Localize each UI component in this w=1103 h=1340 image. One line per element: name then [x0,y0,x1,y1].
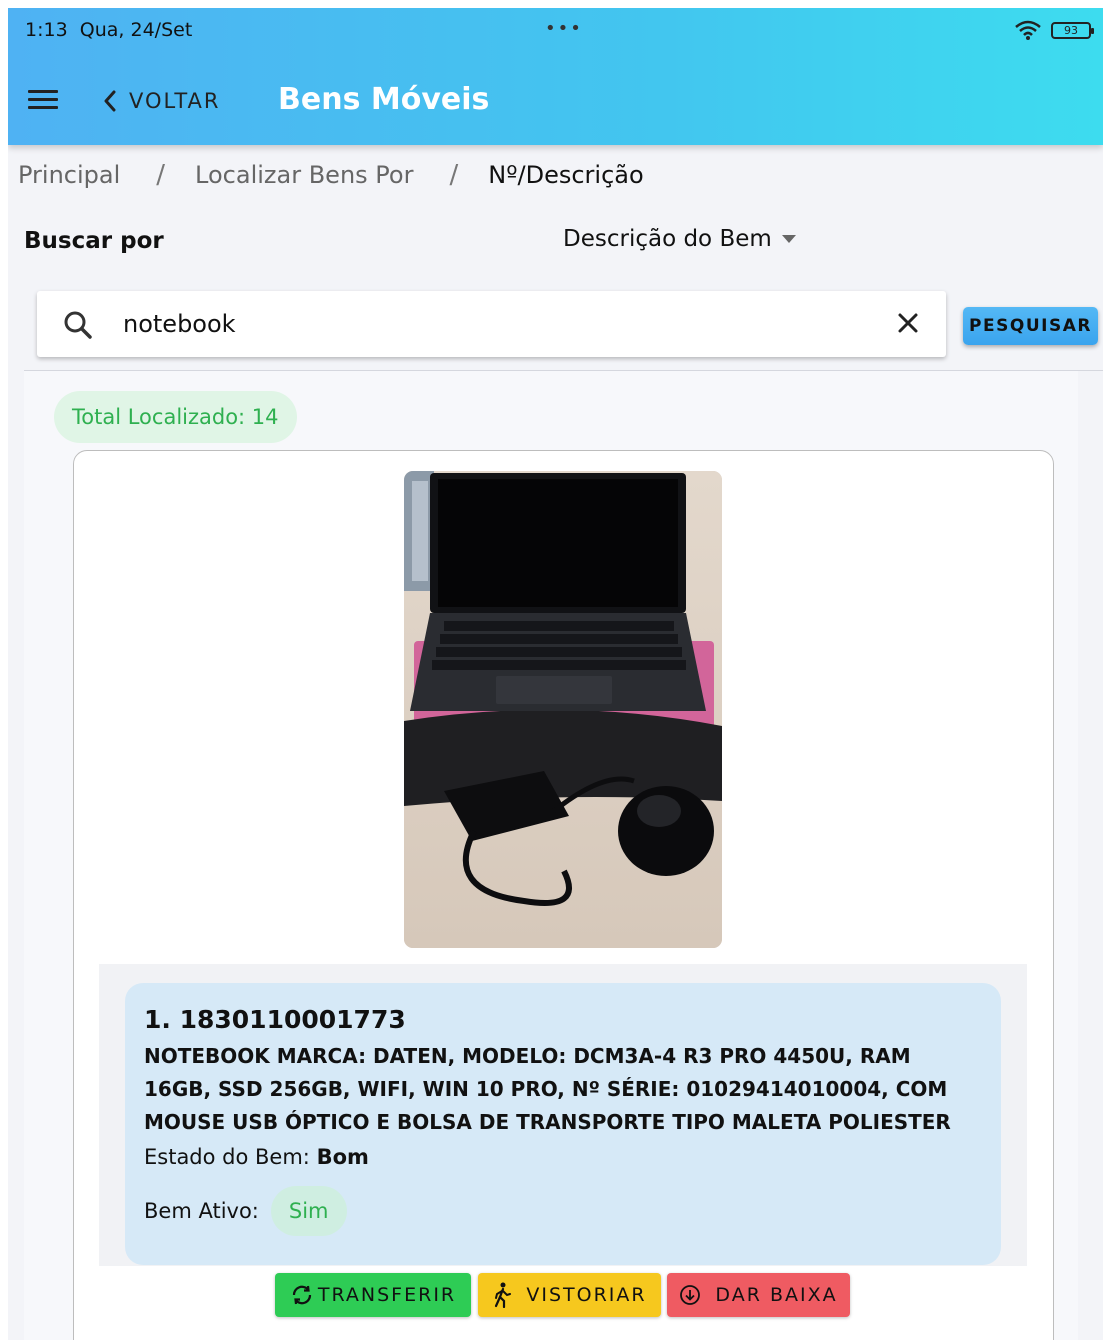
download-circle-icon [680,1285,701,1305]
item-number: 1. 1830110001773 [144,1005,406,1034]
back-label: VOLTAR [129,89,221,113]
page-title: Bens Móveis [278,82,490,117]
item-active-badge: Sim [270,1186,347,1236]
item-active: Bem Ativo: Sim [144,1186,347,1236]
top-app-bar: 1:13 Qua, 24/Set ••• 93 VOLTAR Bens Móve… [8,8,1103,145]
item-photo[interactable] [404,471,722,948]
total-found-badge: Total Localizado: 14 [54,391,297,443]
status-time: 1:13 Qua, 24/Set [25,19,193,41]
inspect-button[interactable]: VISTORIAR [478,1273,661,1317]
search-by-select[interactable]: Descrição do Bem [563,226,796,252]
search-input[interactable] [123,305,883,343]
item-state-label: Estado do Bem: [144,1145,310,1169]
breadcrumb-separator: / [156,160,166,190]
item-state: Estado do Bem: Bom [144,1145,369,1169]
search-icon [64,311,92,339]
item-state-value: Bom [316,1145,369,1169]
battery-icon: 93 [1051,22,1094,39]
breadcrumb-separator: / [449,160,459,190]
transfer-label: TRANSFERIR [317,1284,457,1306]
back-button[interactable]: VOLTAR [103,86,221,116]
discharge-label: DAR BAIXA [715,1284,838,1306]
wifi-icon [1015,20,1041,40]
refresh-icon [292,1285,311,1305]
chevron-left-icon [104,90,116,112]
menu-icon[interactable] [28,90,58,110]
search-by-value: Descrição do Bem [563,226,772,252]
item-active-label: Bem Ativo: [144,1199,259,1223]
close-icon[interactable] [897,312,919,334]
status-dots: ••• [545,18,583,39]
breadcrumb-item-principal[interactable]: Principal [18,161,120,189]
transfer-button[interactable]: TRANSFERIR [275,1273,471,1317]
item-description: NOTEBOOK MARCA: DATEN, MODELO: DCM3A-4 R… [144,1044,951,1134]
search-button[interactable]: PESQUISAR [963,307,1098,345]
search-box [37,291,946,357]
discharge-button[interactable]: DAR BAIXA [667,1273,850,1317]
inspect-label: VISTORIAR [526,1284,647,1306]
app-screen: 1:13 Qua, 24/Set ••• 93 VOLTAR Bens Móve… [8,8,1103,1340]
breadcrumb-item-localizar[interactable]: Localizar Bens Por [195,161,413,189]
notebook-photo-image [404,471,722,948]
walking-person-icon [495,1282,512,1308]
breadcrumb-item-current: Nº/Descrição [488,161,644,189]
search-by-label: Buscar por [24,228,164,254]
breadcrumb: Principal / Localizar Bens Por / Nº/Desc… [18,158,644,192]
caret-down-icon [781,235,796,243]
